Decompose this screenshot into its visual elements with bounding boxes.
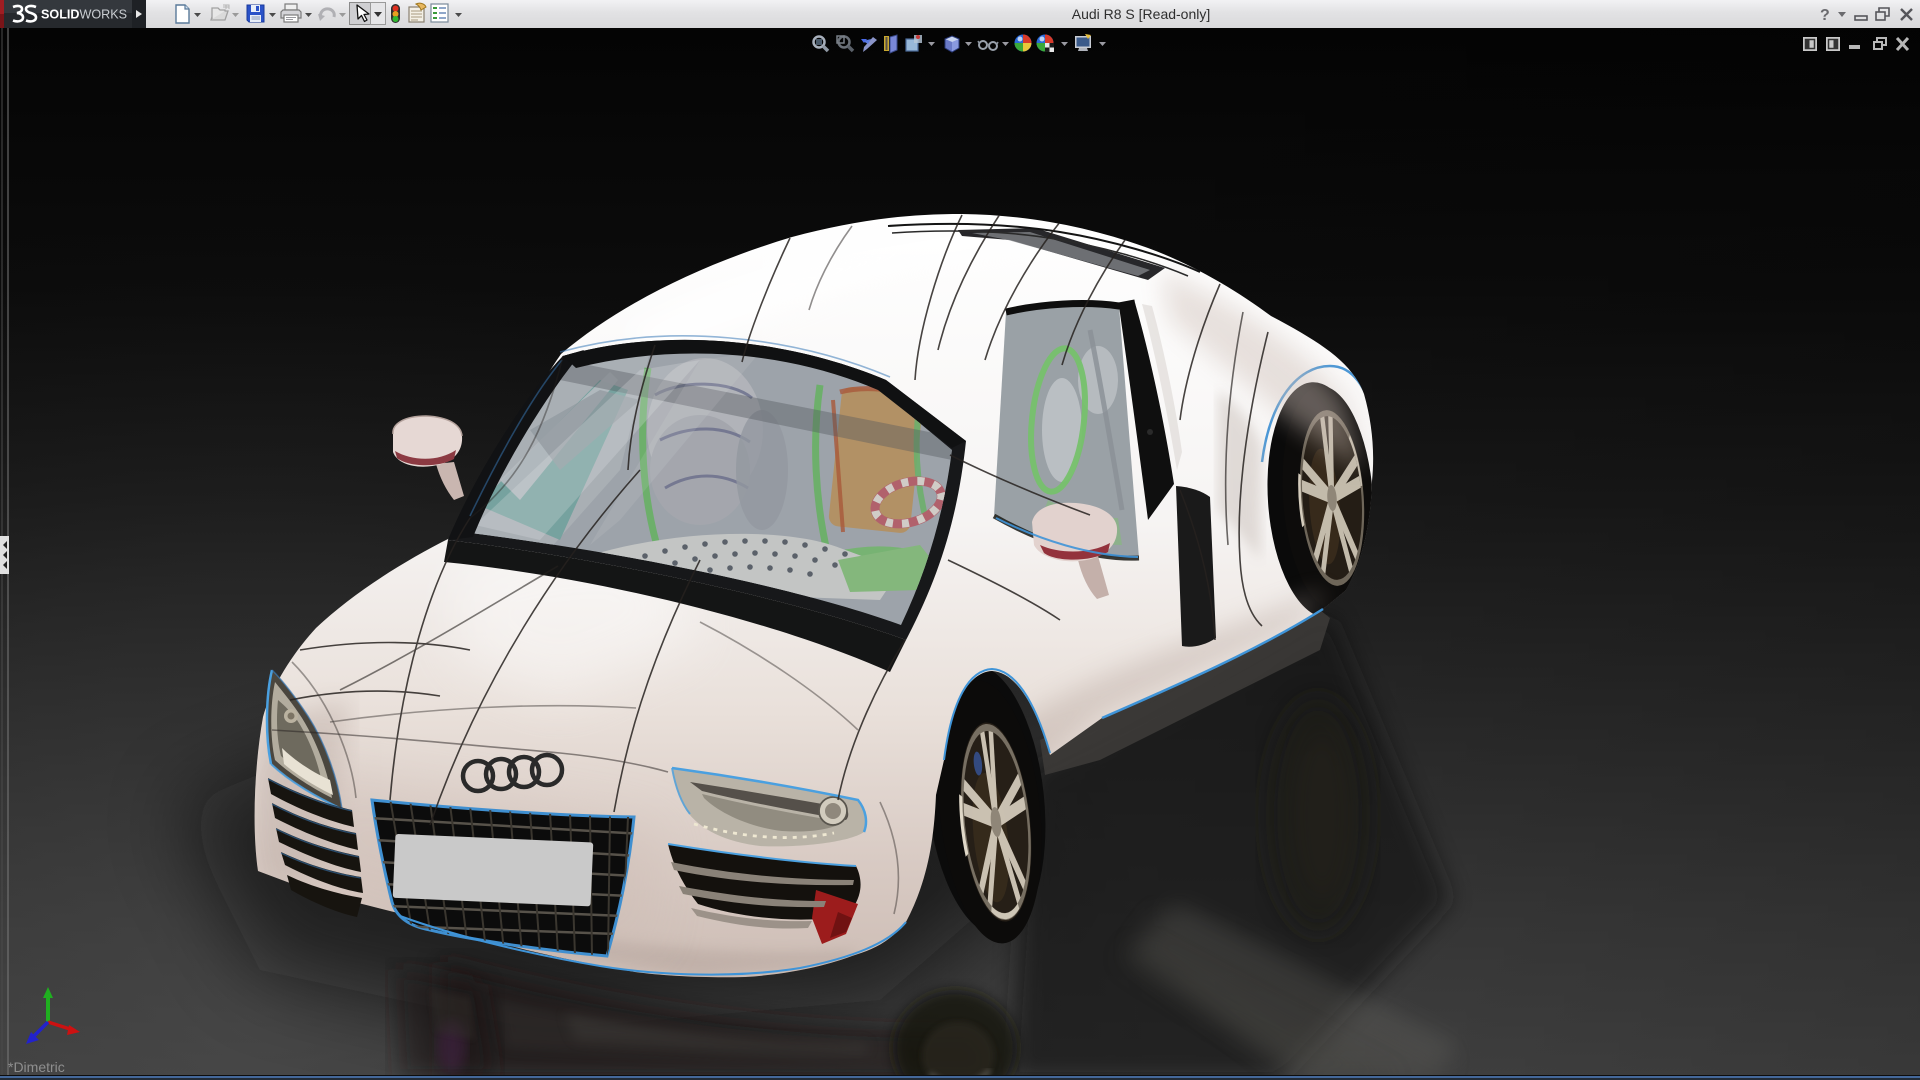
- svg-text:*Dimetric: *Dimetric: [8, 1059, 65, 1075]
